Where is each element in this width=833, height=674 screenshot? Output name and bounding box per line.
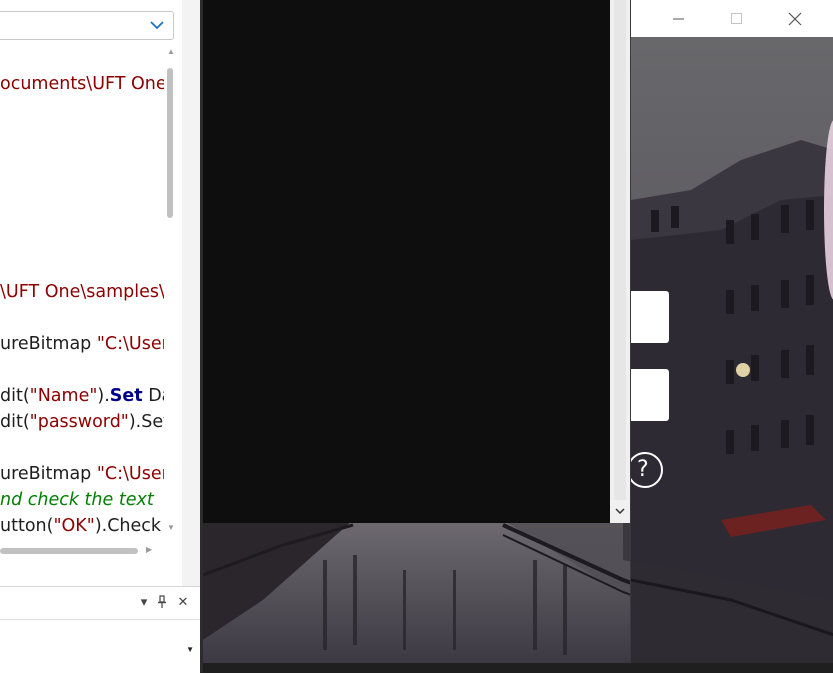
- editor-horizontal-scrollbar[interactable]: ▶: [0, 543, 164, 557]
- code-line: ocuments\UFT One: [0, 73, 164, 95]
- code-token: Da: [148, 386, 164, 406]
- triangle-down-icon: ▾: [140, 594, 148, 609]
- scrollbar-thumb[interactable]: [0, 548, 138, 554]
- code-token: ureBitmap: [0, 334, 97, 354]
- panel-dropdown-arrow-icon[interactable]: ▼: [186, 645, 194, 654]
- minimize-icon[interactable]: [669, 9, 689, 29]
- chevron-down-icon[interactable]: [614, 505, 626, 517]
- scroll-up-icon[interactable]: ▲: [167, 48, 175, 56]
- name-input[interactable]: [631, 291, 669, 343]
- login-app-window[interactable]: ?: [630, 0, 833, 663]
- code-area[interactable]: ocuments\UFT One \UFT One\samples\ ureBitm…: [0, 0, 164, 545]
- code-line: ureBitmap "C:\User: [0, 333, 164, 355]
- code-token: Set: [109, 386, 143, 406]
- help-button[interactable]: ?: [631, 450, 667, 490]
- code-token: ).Set: [128, 412, 164, 432]
- code-token: "Name": [29, 386, 98, 406]
- panel-close-button[interactable]: ✕: [175, 593, 191, 611]
- code-token: dit(: [0, 386, 30, 406]
- taskbar-edge: [203, 663, 833, 673]
- panel-pin-button[interactable]: [154, 593, 170, 611]
- password-input[interactable]: [631, 369, 669, 421]
- scroll-right-icon[interactable]: ▶: [146, 545, 152, 554]
- editor-vertical-scrollbar[interactable]: ▲ ▼: [164, 44, 178, 540]
- help-symbol: ?: [637, 457, 649, 482]
- panel-header: ▾ ✕: [0, 587, 200, 620]
- code-token: dit(: [0, 412, 30, 432]
- maximize-icon[interactable]: [727, 9, 747, 29]
- code-token: "C:\User: [96, 334, 164, 354]
- code-line: dit("Name").Set Da: [0, 385, 164, 407]
- code-token: ureBitmap: [0, 464, 97, 484]
- code-token: "C:\User: [96, 464, 164, 484]
- code-token: "password": [29, 412, 129, 432]
- code-line: nd check the text: [0, 489, 154, 511]
- code-token: ).Check: [94, 516, 162, 536]
- pane-divider[interactable]: [182, 0, 200, 586]
- scrollbar-thumb[interactable]: [614, 0, 626, 500]
- code-line: \UFT One\samples\: [0, 281, 164, 303]
- code-token: "OK": [53, 516, 95, 536]
- code-token: nd check the text: [0, 490, 154, 510]
- code-token: ocuments\UFT One: [0, 74, 164, 94]
- code-token: \UFT One\samples\: [0, 282, 164, 302]
- code-editor[interactable]: ocuments\UFT One \UFT One\samples\ ureBitm…: [0, 0, 182, 560]
- close-icon: ✕: [177, 594, 189, 609]
- code-line: utton("OK").Check: [0, 515, 161, 537]
- console-scrollbar[interactable]: [610, 0, 630, 523]
- close-icon[interactable]: [785, 9, 805, 29]
- panel-dropdown-button[interactable]: ▾: [136, 593, 152, 611]
- pin-icon: [158, 595, 166, 608]
- output-panel: ▾ ✕ ▼: [0, 586, 200, 674]
- scroll-down-icon[interactable]: ▼: [167, 524, 175, 532]
- code-line: dit("password").Set: [0, 411, 164, 433]
- code-token: ).: [97, 386, 110, 406]
- window-titlebar[interactable]: [631, 0, 833, 37]
- code-token: utton(: [0, 516, 54, 536]
- console-window[interactable]: [203, 0, 610, 523]
- code-line: ureBitmap "C:\User: [0, 463, 164, 485]
- scrollbar-thumb[interactable]: [167, 68, 173, 218]
